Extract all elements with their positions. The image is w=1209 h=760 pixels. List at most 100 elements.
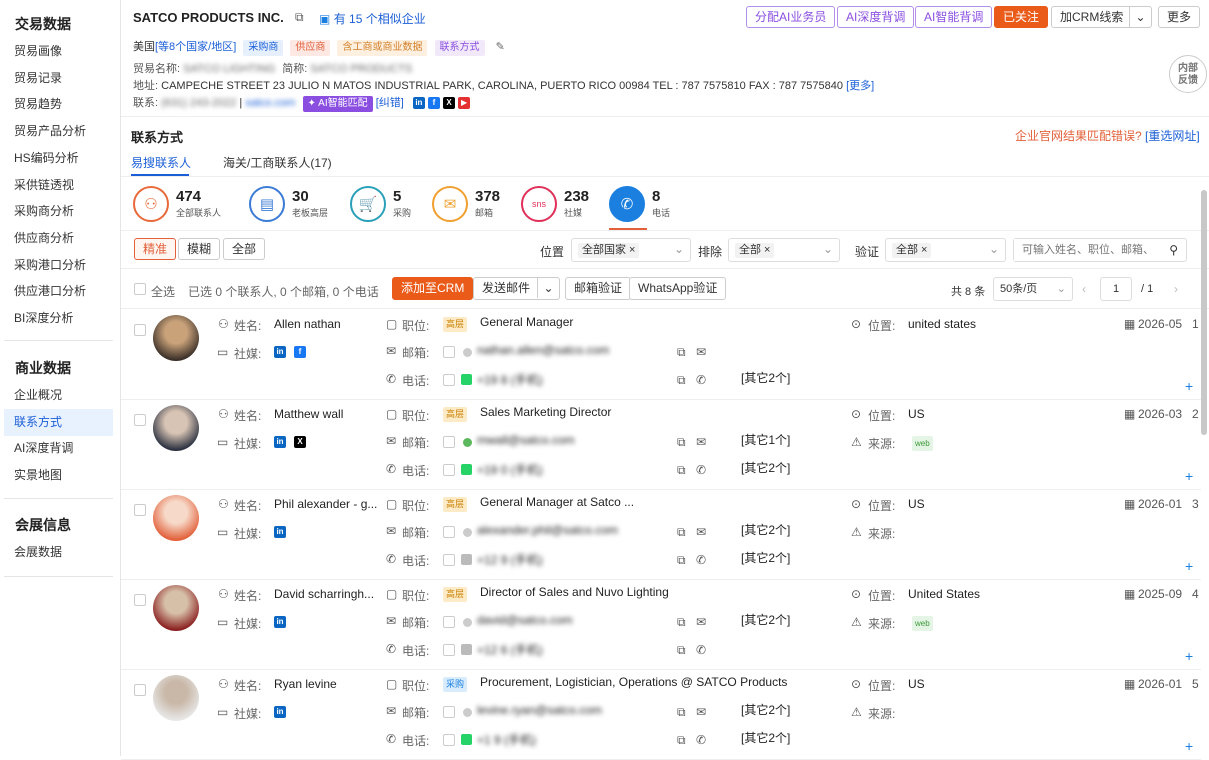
tab-customs[interactable]: 海关/工商联系人(17) [223, 154, 332, 171]
x-icon[interactable]: X [294, 436, 306, 448]
other-phones-link[interactable]: [其它2个] [741, 549, 790, 566]
per-page-select[interactable]: 50条/页 ⌄ [993, 277, 1073, 301]
ai-match-button[interactable]: ✦ AI智能匹配 [302, 96, 373, 112]
linkedin-icon[interactable]: in [274, 346, 286, 358]
more-button[interactable]: 更多 [1158, 6, 1201, 28]
sidebar-item[interactable]: 贸易产品分析 [4, 118, 113, 145]
other-phones-link[interactable]: [其它2个] [741, 459, 790, 476]
linkedin-icon[interactable]: in [412, 97, 425, 110]
filter-exact-button[interactable]: 精准 [134, 238, 177, 260]
add-to-crm-button[interactable]: 添加至CRM [392, 277, 474, 300]
other-emails-link[interactable]: [其它2个] [741, 521, 790, 538]
sidebar-item[interactable]: 会展数据 [4, 539, 113, 566]
copy-icon[interactable]: ⧉ [677, 345, 686, 360]
send-mail-icon[interactable]: ✉ [696, 435, 706, 449]
add-icon[interactable]: + [1185, 558, 1193, 574]
cart-icon[interactable]: 🛒 [350, 186, 386, 222]
youtube-icon[interactable]: ▶ [458, 97, 471, 110]
add-icon[interactable]: + [1185, 468, 1193, 484]
select-all-checkbox[interactable] [134, 283, 146, 295]
email-checkbox[interactable] [443, 706, 455, 718]
call-icon[interactable]: ✆ [696, 463, 706, 477]
sidebar-item[interactable]: 贸易画像 [4, 38, 113, 65]
add-icon[interactable]: + [1185, 738, 1193, 754]
email-checkbox[interactable] [443, 346, 455, 358]
linkedin-icon[interactable]: in [274, 616, 286, 628]
prev-page-icon[interactable]: ‹ [1082, 282, 1086, 296]
copy-icon[interactable]: ⧉ [677, 525, 686, 540]
position-select[interactable]: 全部国家 × ⌄ [571, 238, 691, 262]
feedback-button[interactable]: 内部 反馈 [1169, 55, 1207, 93]
exclude-select[interactable]: 全部 × ⌄ [728, 238, 840, 262]
sidebar-item[interactable]: 联系方式 [4, 408, 113, 436]
call-icon[interactable]: ✆ [696, 553, 706, 567]
copy-icon[interactable]: ⧉ [677, 373, 686, 388]
filter-fuzzy-button[interactable]: 模糊 [178, 238, 221, 260]
sidebar-item[interactable]: 采购商分析 [4, 198, 113, 225]
more-link[interactable]: [更多] [846, 80, 874, 92]
scrollbar-thumb[interactable] [1201, 190, 1207, 435]
copy-icon[interactable]: ⧉ [677, 733, 686, 748]
email-checkbox[interactable] [443, 526, 455, 538]
facebook-icon[interactable]: f [427, 97, 440, 110]
row-checkbox[interactable] [134, 684, 146, 696]
search-input[interactable] [1014, 239, 1154, 261]
x-icon[interactable]: X [443, 97, 455, 110]
copy-icon[interactable]: ⧉ [677, 553, 686, 568]
call-icon[interactable]: ✆ [696, 733, 706, 747]
send-mail-icon[interactable]: ✉ [696, 705, 706, 719]
reselect-link[interactable]: [重选网址] [1145, 129, 1200, 143]
search-box[interactable]: ⚲ [1013, 238, 1187, 262]
sidebar-item[interactable]: AI深度背调 [4, 435, 113, 462]
add-icon[interactable]: + [1185, 648, 1193, 664]
chevron-down-icon[interactable]: ⌄ [1129, 7, 1151, 27]
copy-icon[interactable]: ⧉ [677, 643, 686, 658]
edit-icon[interactable]: ✎ [496, 41, 505, 53]
copy-icon[interactable]: ⧉ [677, 435, 686, 450]
email-checkbox[interactable] [443, 616, 455, 628]
other-emails-link[interactable]: [其它1个] [741, 431, 790, 448]
phone-checkbox[interactable] [443, 374, 455, 386]
similar-companies-link[interactable]: ▣ 有 15 个相似企业 [319, 10, 426, 27]
copy-icon[interactable]: ⧉ [295, 10, 304, 25]
phone-checkbox[interactable] [443, 644, 455, 656]
sidebar-item[interactable]: 企业概况 [4, 382, 113, 409]
send-mail-icon[interactable]: ✉ [696, 525, 706, 539]
sidebar-item[interactable]: HS编码分析 [4, 145, 113, 172]
ai-deep-button[interactable]: AI深度背调 [837, 6, 915, 28]
filter-all-button[interactable]: 全部 [223, 238, 266, 260]
linkedin-icon[interactable]: in [274, 436, 286, 448]
linkedin-icon[interactable]: in [274, 706, 286, 718]
other-emails-link[interactable]: [其它2个] [741, 611, 790, 628]
add-crm-button[interactable]: 加CRM线索 ⌄ [1051, 6, 1152, 28]
sidebar-item[interactable]: 采供链透视 [4, 172, 113, 199]
briefcase-icon[interactable]: ▤ [249, 186, 285, 222]
send-mail-icon[interactable]: ✉ [696, 345, 706, 359]
send-mail-button[interactable]: 发送邮件 ⌄ [473, 277, 560, 300]
row-checkbox[interactable] [134, 594, 146, 606]
countries-link[interactable]: [等8个国家/地区] [155, 41, 236, 53]
page-input[interactable]: 1 [1100, 277, 1132, 301]
search-icon[interactable]: ⚲ [1169, 243, 1178, 257]
sidebar-item[interactable]: 供应商分析 [4, 225, 113, 252]
email-checkbox[interactable] [443, 436, 455, 448]
followed-button[interactable]: 已关注 [994, 6, 1049, 28]
copy-icon[interactable]: ⧉ [677, 705, 686, 720]
correction-link[interactable]: [纠错] [376, 97, 404, 109]
verify-whatsapp-button[interactable]: WhatsApp验证 [629, 277, 727, 300]
send-mail-icon[interactable]: ✉ [696, 615, 706, 629]
sns-icon[interactable]: sns [521, 186, 557, 222]
verify-mail-button[interactable]: 邮箱验证 [565, 277, 632, 300]
phone-checkbox[interactable] [443, 464, 455, 476]
next-page-icon[interactable]: › [1174, 282, 1178, 296]
sidebar-item[interactable]: 实景地图 [4, 462, 113, 489]
ai-assign-button[interactable]: 分配AI业务员 [746, 6, 836, 28]
phone-checkbox[interactable] [443, 734, 455, 746]
copy-icon[interactable]: ⧉ [677, 615, 686, 630]
phone-checkbox[interactable] [443, 554, 455, 566]
sidebar-item[interactable]: 贸易趋势 [4, 91, 113, 118]
call-icon[interactable]: ✆ [696, 373, 706, 387]
sidebar-item[interactable]: 供应港口分析 [4, 278, 113, 305]
row-checkbox[interactable] [134, 324, 146, 336]
people-icon[interactable]: ⚇ [133, 186, 169, 222]
